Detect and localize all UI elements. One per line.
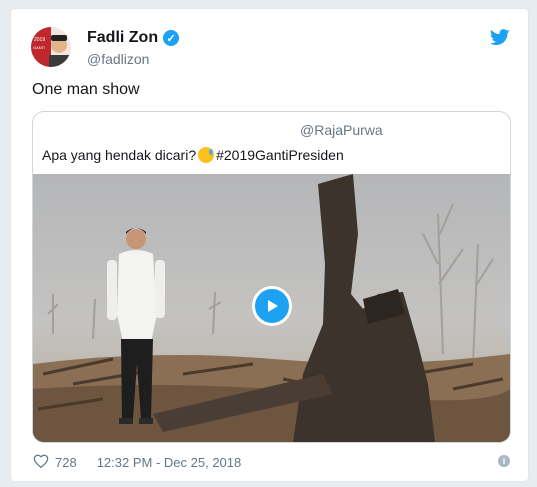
quoted-handle[interactable]: @RajaPurwa — [300, 122, 383, 138]
avatar[interactable]: 2019 GANTI — [31, 27, 71, 67]
tweet-text: One man show — [32, 81, 140, 98]
svg-text:GANTI: GANTI — [33, 45, 45, 50]
quoted-text: Apa yang hendak dicari? #2019GantiPresid… — [42, 147, 344, 163]
quoted-tweet[interactable]: @RajaPurwa Apa yang hendak dicari? #2019… — [32, 111, 511, 443]
anxious-face-emoji-icon — [198, 147, 215, 163]
svg-text:2019: 2019 — [34, 37, 45, 43]
verified-badge-icon: ✓ — [163, 30, 180, 46]
twitter-bird-icon[interactable] — [489, 29, 510, 51]
author-handle[interactable]: @fadlizon — [87, 51, 149, 67]
like-count[interactable]: 728 — [55, 455, 77, 470]
play-icon — [268, 300, 278, 312]
info-icon[interactable]: i — [498, 455, 510, 467]
quoted-text-body: Apa yang hendak dicari? — [42, 147, 197, 163]
play-button[interactable] — [252, 286, 292, 326]
tweet-card: 2019 GANTI Fadli Zon ✓ @fadlizon One man… — [10, 8, 529, 482]
video-thumbnail[interactable] — [33, 174, 510, 442]
timestamp[interactable]: 12:32 PM - Dec 25, 2018 — [97, 455, 242, 470]
tweet-footer: 728 12:32 PM - Dec 25, 2018 — [33, 454, 241, 471]
author-name[interactable]: Fadli Zon ✓ — [87, 29, 180, 47]
quoted-hashtag[interactable]: #2019GantiPresiden — [216, 147, 344, 163]
heart-icon[interactable] — [33, 454, 49, 471]
author-name-text[interactable]: Fadli Zon — [87, 29, 158, 47]
